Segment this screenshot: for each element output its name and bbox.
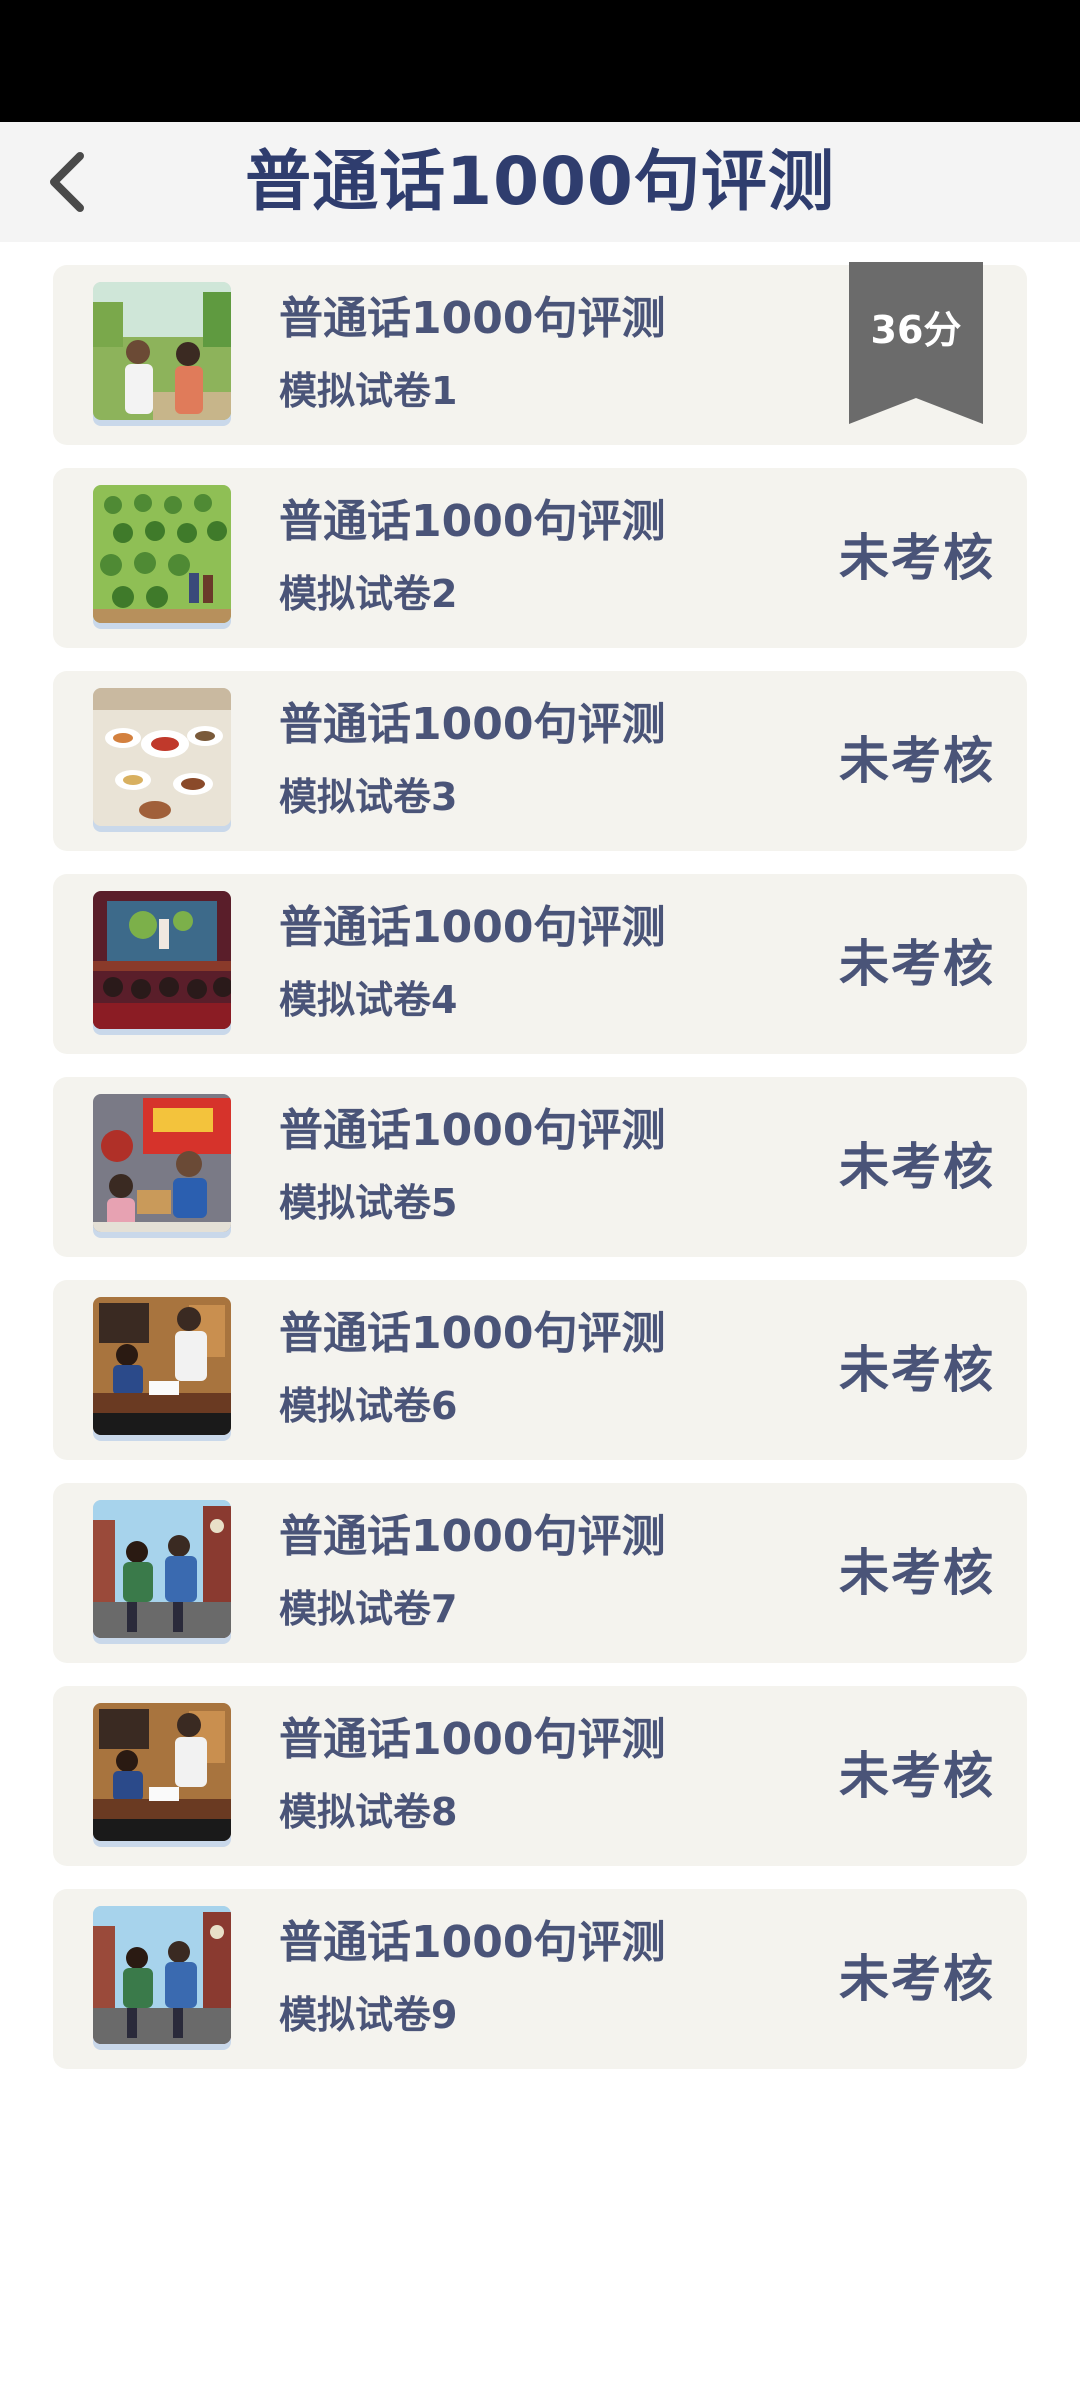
paper-title: 普通话1000句评测 bbox=[279, 1308, 666, 1359]
page-title: 普通话1000句评测 bbox=[245, 143, 835, 220]
paper-title: 普通话1000句评测 bbox=[279, 1511, 666, 1562]
status-label: 未考核 bbox=[839, 529, 995, 587]
paper-card-5[interactable]: 普通话1000句评测 模拟试卷5 未考核 bbox=[53, 1077, 1027, 1257]
paper-title: 普通话1000句评测 bbox=[279, 902, 666, 953]
paper-subtitle: 模拟试卷3 bbox=[279, 775, 458, 819]
paper-title: 普通话1000句评测 bbox=[279, 496, 666, 547]
status-label: 未考核 bbox=[839, 1341, 995, 1399]
score-badge: 36分 bbox=[870, 308, 962, 352]
status-label: 未考核 bbox=[839, 935, 995, 993]
status-label: 未考核 bbox=[839, 1544, 995, 1602]
paper-title: 普通话1000句评测 bbox=[279, 293, 666, 344]
paper-title: 普通话1000句评测 bbox=[279, 1105, 666, 1156]
paper-thumbnail bbox=[93, 891, 231, 1029]
paper-thumbnail bbox=[93, 1500, 231, 1638]
paper-thumbnail bbox=[93, 688, 231, 826]
paper-subtitle: 模拟试卷6 bbox=[279, 1384, 458, 1428]
paper-subtitle: 模拟试卷8 bbox=[279, 1790, 458, 1834]
status-label: 未考核 bbox=[839, 1950, 995, 2008]
paper-thumbnail bbox=[93, 1094, 231, 1232]
paper-thumbnail bbox=[93, 1703, 231, 1841]
paper-thumbnail bbox=[93, 1297, 231, 1435]
paper-subtitle: 模拟试卷4 bbox=[279, 978, 458, 1022]
status-label: 未考核 bbox=[839, 732, 995, 790]
paper-card-8[interactable]: 普通话1000句评测 模拟试卷8 未考核 bbox=[53, 1686, 1027, 1866]
paper-subtitle: 模拟试卷2 bbox=[279, 572, 458, 616]
paper-card-9[interactable]: 普通话1000句评测 模拟试卷9 未考核 bbox=[53, 1889, 1027, 2069]
paper-thumbnail bbox=[93, 485, 231, 623]
paper-card-2[interactable]: 普通话1000句评测 模拟试卷2 未考核 bbox=[53, 468, 1027, 648]
paper-card-6[interactable]: 普通话1000句评测 模拟试卷6 未考核 bbox=[53, 1280, 1027, 1460]
paper-thumbnail bbox=[93, 1906, 231, 2044]
paper-card-3[interactable]: 普通话1000句评测 模拟试卷3 未考核 bbox=[53, 671, 1027, 851]
paper-title: 普通话1000句评测 bbox=[279, 1917, 666, 1968]
paper-subtitle: 模拟试卷9 bbox=[279, 1993, 458, 2037]
status-bar bbox=[0, 0, 1080, 122]
paper-card-4[interactable]: 普通话1000句评测 模拟试卷4 未考核 bbox=[53, 874, 1027, 1054]
paper-list: 普通话1000句评测 模拟试卷1 36分 普通话1000句评测 模拟试卷2 未考… bbox=[53, 262, 1027, 2092]
paper-subtitle: 模拟试卷1 bbox=[279, 369, 458, 413]
paper-subtitle: 模拟试卷7 bbox=[279, 1587, 458, 1631]
paper-card-7[interactable]: 普通话1000句评测 模拟试卷7 未考核 bbox=[53, 1483, 1027, 1663]
header-bar: 普通话1000句评测 bbox=[0, 122, 1080, 242]
paper-title: 普通话1000句评测 bbox=[279, 699, 666, 750]
paper-title: 普通话1000句评测 bbox=[279, 1714, 666, 1765]
paper-card-1[interactable]: 普通话1000句评测 模拟试卷1 36分 bbox=[53, 262, 1027, 445]
status-label: 未考核 bbox=[839, 1138, 995, 1196]
paper-thumbnail bbox=[93, 282, 231, 420]
status-label: 未考核 bbox=[839, 1747, 995, 1805]
paper-subtitle: 模拟试卷5 bbox=[279, 1181, 458, 1225]
